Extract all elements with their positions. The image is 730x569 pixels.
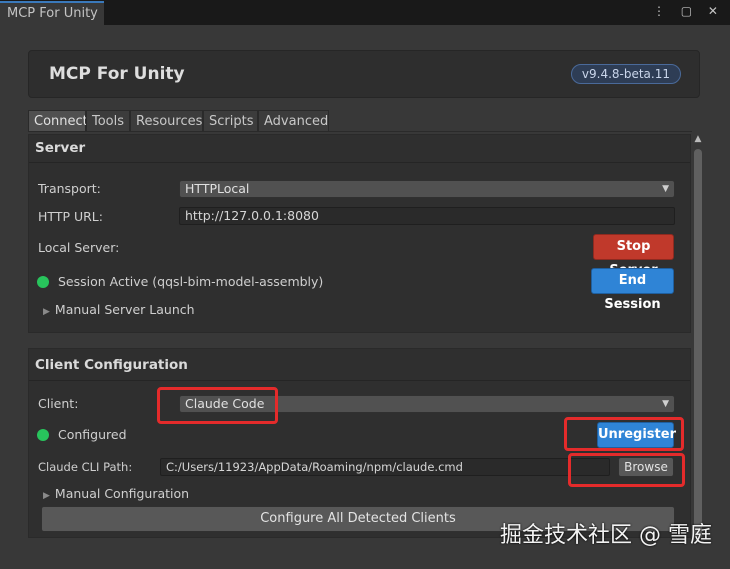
cli-path-input[interactable]: C:/Users/11923/AppData/Roaming/npm/claud… xyxy=(160,458,610,476)
annotation-box-browse xyxy=(568,453,685,487)
scroll-up-arrow-icon[interactable]: ▲ xyxy=(692,134,704,144)
server-section: Server Transport: HTTPLocal ▼ HTTP URL: … xyxy=(28,134,691,333)
chevron-down-icon: ▼ xyxy=(662,399,669,409)
client-label: Client: xyxy=(38,396,79,411)
client-configuration-heading: Client Configuration xyxy=(35,357,188,373)
tab-advanced[interactable]: Advanced xyxy=(258,110,329,132)
triangle-right-icon: ▶ xyxy=(43,491,50,501)
manual-configuration-foldout[interactable]: ▶ Manual Configuration xyxy=(43,486,189,501)
window-tab-bar: MCP For Unity ⋮ ▢ ✕ xyxy=(0,0,730,25)
app-title: MCP For Unity xyxy=(49,64,185,84)
chevron-down-icon: ▼ xyxy=(662,184,669,194)
cli-path-label: Claude CLI Path: xyxy=(38,460,133,474)
client-section-header: Client Configuration xyxy=(29,349,690,381)
session-status-icon xyxy=(37,276,49,288)
scrollbar-thumb[interactable] xyxy=(694,149,702,539)
transport-dropdown[interactable]: HTTPLocal ▼ xyxy=(179,180,675,198)
annotation-box-client xyxy=(157,387,278,424)
tab-divider xyxy=(28,131,692,132)
tab-connect[interactable]: Connect xyxy=(28,110,88,132)
version-badge: v9.4.8-beta.11 xyxy=(570,64,681,84)
manual-server-launch-foldout[interactable]: ▶ Manual Server Launch xyxy=(43,302,195,317)
tab-scripts[interactable]: Scripts xyxy=(203,110,258,132)
transport-label: Transport: xyxy=(38,181,101,196)
watermark: 掘金技术社区 @ 雪庭 xyxy=(500,523,712,548)
local-server-label: Local Server: xyxy=(38,240,120,255)
triangle-right-icon: ▶ xyxy=(43,307,50,317)
manual-configuration-label: Manual Configuration xyxy=(54,486,190,501)
transport-value: HTTPLocal xyxy=(185,181,250,196)
tab-tools[interactable]: Tools xyxy=(86,110,130,132)
end-session-button[interactable]: End Session xyxy=(591,268,674,312)
window-controls-icon[interactable]: ⋮ ▢ ✕ xyxy=(653,4,724,18)
window-tab-title: MCP For Unity xyxy=(7,6,98,21)
http-url-label: HTTP URL: xyxy=(38,209,103,224)
session-status-text: Session Active (qqsl-bim-model-assembly) xyxy=(58,274,324,289)
server-heading: Server xyxy=(35,140,86,156)
header-card: MCP For Unity v9.4.8-beta.11 xyxy=(28,50,700,98)
http-url-input[interactable]: http://127.0.0.1:8080 xyxy=(179,207,675,225)
annotation-box-unregister xyxy=(564,417,684,451)
manual-server-launch-label: Manual Server Launch xyxy=(54,302,195,317)
tab-resources[interactable]: Resources xyxy=(130,110,203,132)
window-tab[interactable]: MCP For Unity xyxy=(0,1,104,25)
configured-status-icon xyxy=(37,429,49,441)
server-section-header: Server xyxy=(29,135,690,163)
configured-status-text: Configured xyxy=(58,427,127,442)
stop-server-button[interactable]: Stop Server xyxy=(593,234,674,278)
